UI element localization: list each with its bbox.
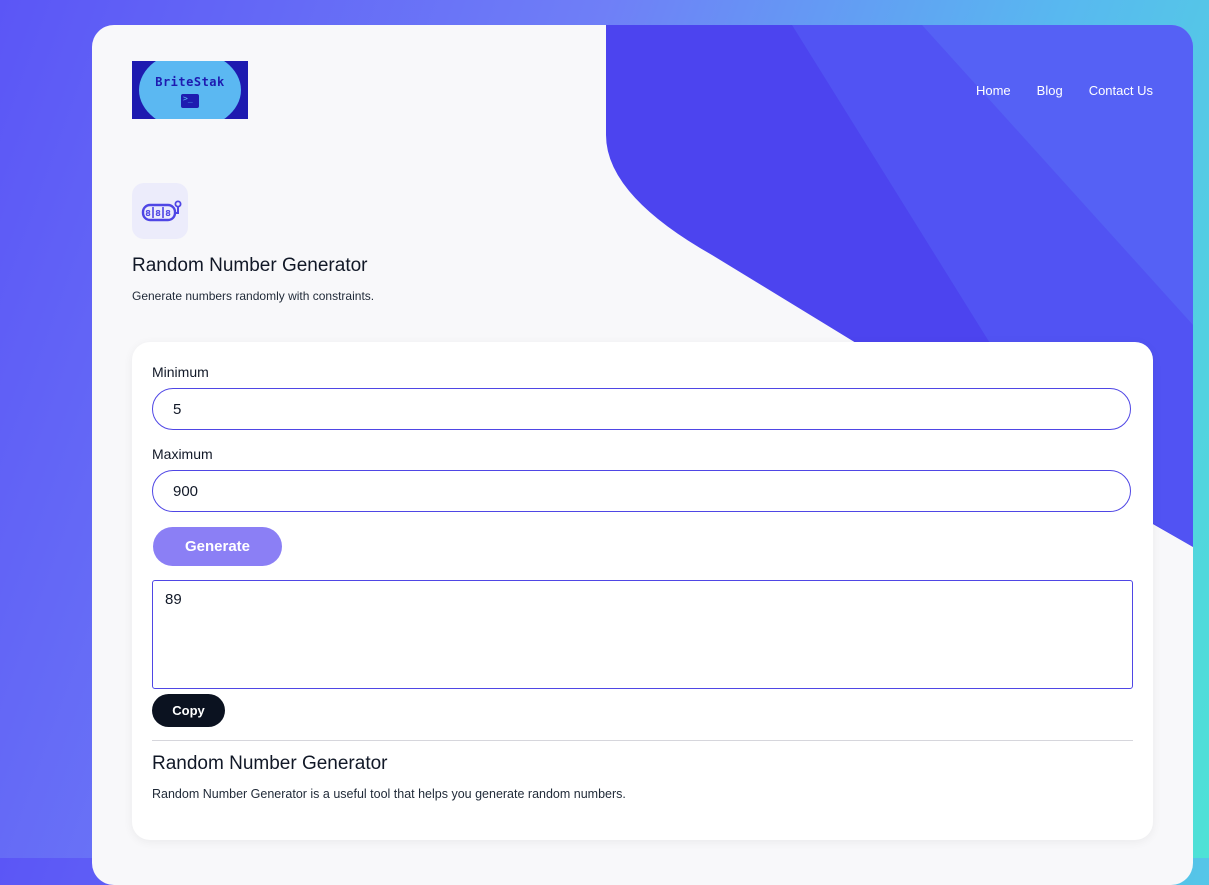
copy-button[interactable]: Copy [152, 694, 225, 727]
page-title: Random Number Generator [132, 255, 368, 276]
generate-button[interactable]: Generate [153, 527, 282, 566]
info-title: Random Number Generator [152, 753, 388, 774]
terminal-icon: >_ [181, 94, 199, 108]
minimum-input[interactable] [152, 388, 1131, 430]
nav-blog-link[interactable]: Blog [1037, 83, 1063, 98]
svg-text:8: 8 [165, 209, 171, 218]
section-divider [152, 740, 1133, 741]
nav-home-link[interactable]: Home [976, 83, 1011, 98]
britestak-logo[interactable]: BriteStak >_ [132, 61, 248, 119]
maximum-input[interactable] [152, 470, 1131, 512]
top-nav: Home Blog Contact Us [976, 83, 1153, 98]
minimum-label: Minimum [152, 364, 209, 380]
nav-contact-link[interactable]: Contact Us [1089, 83, 1153, 98]
logo-circle [139, 61, 241, 119]
terminal-glyph: >_ [183, 94, 193, 103]
result-textarea[interactable]: 89 [152, 580, 1133, 689]
generator-panel: Minimum Maximum Generate 89 Copy Random … [132, 342, 1153, 840]
page-subtitle: Generate numbers randomly with constrain… [132, 289, 375, 303]
svg-text:8: 8 [155, 209, 161, 218]
main-card: BriteStak >_ Home Blog Contact Us 8 8 8 … [92, 25, 1193, 885]
logo-text: BriteStak [155, 75, 225, 89]
info-description: Random Number Generator is a useful tool… [152, 787, 626, 801]
maximum-label: Maximum [152, 446, 213, 462]
svg-text:8: 8 [145, 209, 151, 218]
slot-machine-icon: 8 8 8 [132, 183, 188, 239]
